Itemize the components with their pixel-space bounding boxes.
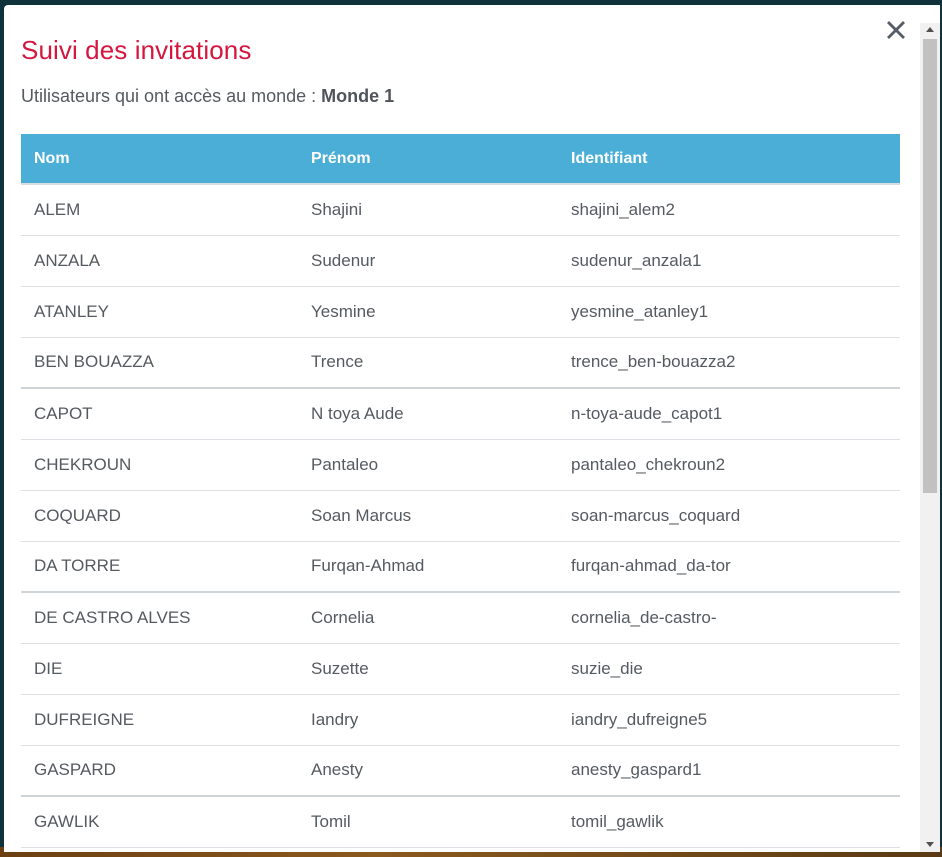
cell-identifiant: n-toya-aude_capot1 xyxy=(558,388,900,440)
cell-identifiant: yesmine_atanley1 xyxy=(558,286,900,338)
table-row: CAPOT N toya Aude n-toya-aude_capot1 xyxy=(21,388,900,440)
close-icon xyxy=(887,21,905,39)
cell-prenom: Sudenur xyxy=(298,235,558,287)
cell-nom: ANZALA xyxy=(21,235,298,287)
cell-identifiant: shajini_alem2 xyxy=(558,184,900,236)
table-row: GASPARD Anesty anesty_gaspard1 xyxy=(21,745,900,797)
cell-identifiant: cornelia_de-castro- xyxy=(558,592,900,644)
cell-nom: DUFREIGNE xyxy=(21,694,298,746)
cell-nom: ATANLEY xyxy=(21,286,298,338)
invitations-modal: Suivi des invitations Utilisateurs qui o… xyxy=(4,5,940,852)
cell-identifiant: sudenur_anzala1 xyxy=(558,235,900,287)
modal-subtitle: Utilisateurs qui ont accès au monde : Mo… xyxy=(21,86,394,107)
cell-prenom: N toya Aude xyxy=(298,388,558,440)
world-name: Monde 1 xyxy=(321,86,395,106)
column-header-identifiant[interactable]: Identifiant xyxy=(558,134,900,185)
cell-prenom: Anesty xyxy=(298,745,558,797)
cell-prenom: Trence xyxy=(298,337,558,389)
column-header-nom[interactable]: Nom xyxy=(21,134,298,185)
table-row: GAWLIK Tomil tomil_gawlik xyxy=(21,796,900,848)
table-row: DE CASTRO ALVES Cornelia cornelia_de-cas… xyxy=(21,592,900,644)
cell-nom: COQUARD xyxy=(21,490,298,542)
cell-prenom: Furqan-Ahmad xyxy=(298,541,558,593)
cell-identifiant: trence_ben-bouazza2 xyxy=(558,337,900,389)
table-row: BEN BOUAZZA Trence trence_ben-bouazza2 xyxy=(21,337,900,389)
table-header-row: Nom Prénom Identifiant xyxy=(21,134,900,185)
users-table: Nom Prénom Identifiant ALEM Shajini shaj… xyxy=(21,134,900,848)
scrollbar-thumb[interactable] xyxy=(923,39,937,493)
close-button[interactable] xyxy=(883,17,909,43)
table-row: DA TORRE Furqan-Ahmad furqan-ahmad_da-to… xyxy=(21,541,900,593)
cell-identifiant: soan-marcus_coquard xyxy=(558,490,900,542)
cell-prenom: Soan Marcus xyxy=(298,490,558,542)
cell-identifiant: iandry_dufreigne5 xyxy=(558,694,900,746)
cell-prenom: Suzette xyxy=(298,643,558,695)
cell-prenom: Pantaleo xyxy=(298,439,558,491)
cell-identifiant: pantaleo_chekroun2 xyxy=(558,439,900,491)
table-row: ALEM Shajini shajini_alem2 xyxy=(21,184,900,236)
scroll-up-button[interactable] xyxy=(920,23,940,37)
cell-nom: GAWLIK xyxy=(21,796,298,848)
cell-nom: CAPOT xyxy=(21,388,298,440)
cell-nom: CHEKROUN xyxy=(21,439,298,491)
cell-prenom: Shajini xyxy=(298,184,558,236)
cell-prenom: Tomil xyxy=(298,796,558,848)
modal-scrollbar[interactable] xyxy=(920,23,940,852)
cell-nom: BEN BOUAZZA xyxy=(21,337,298,389)
table-row: DIE Suzette suzie_die xyxy=(21,643,900,695)
cell-identifiant: suzie_die xyxy=(558,643,900,695)
cell-prenom: Cornelia xyxy=(298,592,558,644)
cell-nom: GASPARD xyxy=(21,745,298,797)
table-row: DUFREIGNE Iandry iandry_dufreigne5 xyxy=(21,694,900,746)
cell-prenom: Yesmine xyxy=(298,286,558,338)
cell-nom: DE CASTRO ALVES xyxy=(21,592,298,644)
subtitle-prefix: Utilisateurs qui ont accès au monde : xyxy=(21,86,322,106)
cell-identifiant: tomil_gawlik xyxy=(558,796,900,848)
cell-nom: DIE xyxy=(21,643,298,695)
table-row: COQUARD Soan Marcus soan-marcus_coquard xyxy=(21,490,900,542)
table-row: CHEKROUN Pantaleo pantaleo_chekroun2 xyxy=(21,439,900,491)
modal-title: Suivi des invitations xyxy=(21,35,252,65)
scroll-up-icon xyxy=(926,27,934,32)
scroll-down-button[interactable] xyxy=(920,838,940,852)
cell-prenom: Iandry xyxy=(298,694,558,746)
cell-identifiant: anesty_gaspard1 xyxy=(558,745,900,797)
scroll-down-icon xyxy=(926,842,934,847)
cell-identifiant: furqan-ahmad_da-tor xyxy=(558,541,900,593)
cell-nom: ALEM xyxy=(21,184,298,236)
cell-nom: DA TORRE xyxy=(21,541,298,593)
table-row: ANZALA Sudenur sudenur_anzala1 xyxy=(21,235,900,287)
column-header-prenom[interactable]: Prénom xyxy=(298,134,558,185)
table-row: ATANLEY Yesmine yesmine_atanley1 xyxy=(21,286,900,338)
users-table-container: Nom Prénom Identifiant ALEM Shajini shaj… xyxy=(21,134,900,848)
